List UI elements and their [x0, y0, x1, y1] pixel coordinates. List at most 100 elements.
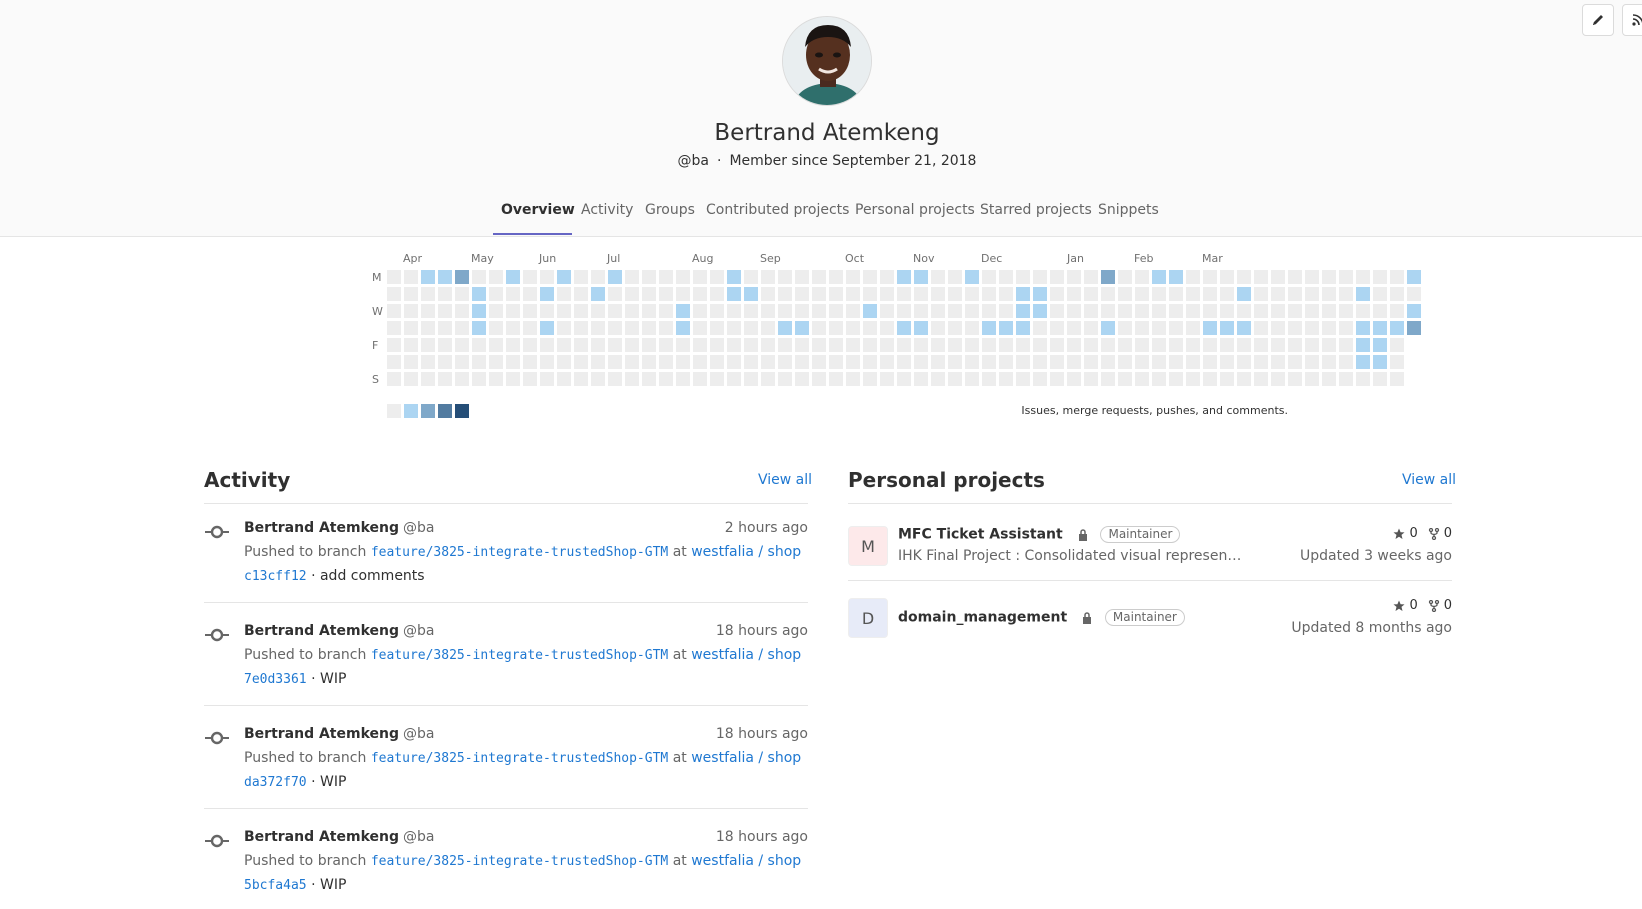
calendar-day-cell[interactable] [1339, 372, 1353, 386]
calendar-day-cell[interactable] [404, 270, 418, 284]
event-author-name[interactable]: Bertrand Atemkeng [244, 829, 399, 845]
calendar-day-cell[interactable] [625, 304, 639, 318]
calendar-day-cell[interactable] [693, 270, 707, 284]
calendar-day-cell[interactable] [1084, 372, 1098, 386]
calendar-day-cell[interactable] [880, 338, 894, 352]
calendar-day-cell[interactable] [693, 372, 707, 386]
branch-link[interactable]: feature/3825-integrate-trustedShop-GTM [371, 545, 668, 560]
calendar-day-cell[interactable] [438, 287, 452, 301]
calendar-day-cell[interactable] [846, 287, 860, 301]
calendar-day-cell[interactable] [1033, 270, 1047, 284]
calendar-day-cell[interactable] [387, 338, 401, 352]
calendar-day-cell[interactable] [693, 304, 707, 318]
calendar-day-cell[interactable] [489, 287, 503, 301]
calendar-day-cell[interactable] [948, 287, 962, 301]
calendar-day-cell[interactable] [982, 338, 996, 352]
calendar-day-cell[interactable] [778, 355, 792, 369]
calendar-day-cell[interactable] [846, 321, 860, 335]
calendar-day-cell[interactable] [1407, 270, 1421, 284]
calendar-day-cell[interactable] [931, 304, 945, 318]
calendar-day-cell[interactable] [1254, 338, 1268, 352]
calendar-day-cell[interactable] [1186, 372, 1200, 386]
calendar-day-cell[interactable] [387, 287, 401, 301]
calendar-day-cell[interactable] [421, 338, 435, 352]
calendar-day-cell[interactable] [659, 355, 673, 369]
calendar-day-cell[interactable] [1101, 372, 1115, 386]
calendar-day-cell[interactable] [1033, 321, 1047, 335]
calendar-day-cell[interactable] [489, 338, 503, 352]
calendar-day-cell[interactable] [1390, 338, 1404, 352]
calendar-day-cell[interactable] [591, 287, 605, 301]
calendar-day-cell[interactable] [574, 355, 588, 369]
calendar-day-cell[interactable] [472, 270, 486, 284]
calendar-day-cell[interactable] [897, 270, 911, 284]
calendar-day-cell[interactable] [676, 338, 690, 352]
calendar-day-cell[interactable] [591, 372, 605, 386]
calendar-day-cell[interactable] [1322, 321, 1336, 335]
calendar-day-cell[interactable] [1237, 321, 1251, 335]
calendar-day-cell[interactable] [455, 338, 469, 352]
calendar-day-cell[interactable] [948, 372, 962, 386]
calendar-day-cell[interactable] [965, 355, 979, 369]
calendar-day-cell[interactable] [846, 304, 860, 318]
calendar-day-cell[interactable] [557, 304, 571, 318]
calendar-day-cell[interactable] [1271, 287, 1285, 301]
calendar-day-cell[interactable] [965, 321, 979, 335]
calendar-day-cell[interactable] [914, 270, 928, 284]
calendar-day-cell[interactable] [1254, 321, 1268, 335]
calendar-day-cell[interactable] [761, 355, 775, 369]
calendar-day-cell[interactable] [1203, 355, 1217, 369]
calendar-day-cell[interactable] [1356, 287, 1370, 301]
calendar-day-cell[interactable] [1152, 338, 1166, 352]
calendar-day-cell[interactable] [1322, 304, 1336, 318]
calendar-day-cell[interactable] [1135, 372, 1149, 386]
calendar-day-cell[interactable] [897, 321, 911, 335]
calendar-day-cell[interactable] [914, 338, 928, 352]
calendar-day-cell[interactable] [1169, 321, 1183, 335]
calendar-day-cell[interactable] [863, 304, 877, 318]
calendar-day-cell[interactable] [914, 304, 928, 318]
calendar-day-cell[interactable] [506, 355, 520, 369]
calendar-day-cell[interactable] [421, 304, 435, 318]
calendar-day-cell[interactable] [863, 372, 877, 386]
calendar-day-cell[interactable] [948, 270, 962, 284]
calendar-day-cell[interactable] [574, 338, 588, 352]
calendar-day-cell[interactable] [829, 270, 843, 284]
calendar-day-cell[interactable] [523, 287, 537, 301]
calendar-day-cell[interactable] [557, 372, 571, 386]
calendar-day-cell[interactable] [897, 287, 911, 301]
calendar-day-cell[interactable] [1169, 287, 1183, 301]
calendar-day-cell[interactable] [1237, 338, 1251, 352]
calendar-day-cell[interactable] [438, 372, 452, 386]
calendar-day-cell[interactable] [710, 372, 724, 386]
calendar-day-cell[interactable] [812, 304, 826, 318]
calendar-day-cell[interactable] [1033, 355, 1047, 369]
calendar-day-cell[interactable] [846, 355, 860, 369]
calendar-day-cell[interactable] [1322, 355, 1336, 369]
calendar-day-cell[interactable] [1271, 355, 1285, 369]
calendar-day-cell[interactable] [965, 372, 979, 386]
calendar-day-cell[interactable] [1322, 372, 1336, 386]
calendar-day-cell[interactable] [1203, 372, 1217, 386]
commit-link[interactable]: 7e0d3361 [244, 672, 307, 687]
calendar-day-cell[interactable] [880, 304, 894, 318]
calendar-day-cell[interactable] [591, 338, 605, 352]
calendar-day-cell[interactable] [1305, 287, 1319, 301]
calendar-day-cell[interactable] [812, 287, 826, 301]
calendar-day-cell[interactable] [812, 270, 826, 284]
calendar-day-cell[interactable] [1084, 304, 1098, 318]
calendar-day-cell[interactable] [557, 270, 571, 284]
calendar-day-cell[interactable] [693, 287, 707, 301]
calendar-day-cell[interactable] [1016, 355, 1030, 369]
calendar-day-cell[interactable] [1390, 321, 1404, 335]
calendar-day-cell[interactable] [914, 372, 928, 386]
calendar-day-cell[interactable] [472, 304, 486, 318]
calendar-day-cell[interactable] [727, 321, 741, 335]
calendar-day-cell[interactable] [1305, 270, 1319, 284]
calendar-day-cell[interactable] [727, 355, 741, 369]
calendar-day-cell[interactable] [1016, 304, 1030, 318]
calendar-day-cell[interactable] [608, 321, 622, 335]
calendar-day-cell[interactable] [1050, 287, 1064, 301]
calendar-day-cell[interactable] [404, 372, 418, 386]
calendar-day-cell[interactable] [421, 372, 435, 386]
